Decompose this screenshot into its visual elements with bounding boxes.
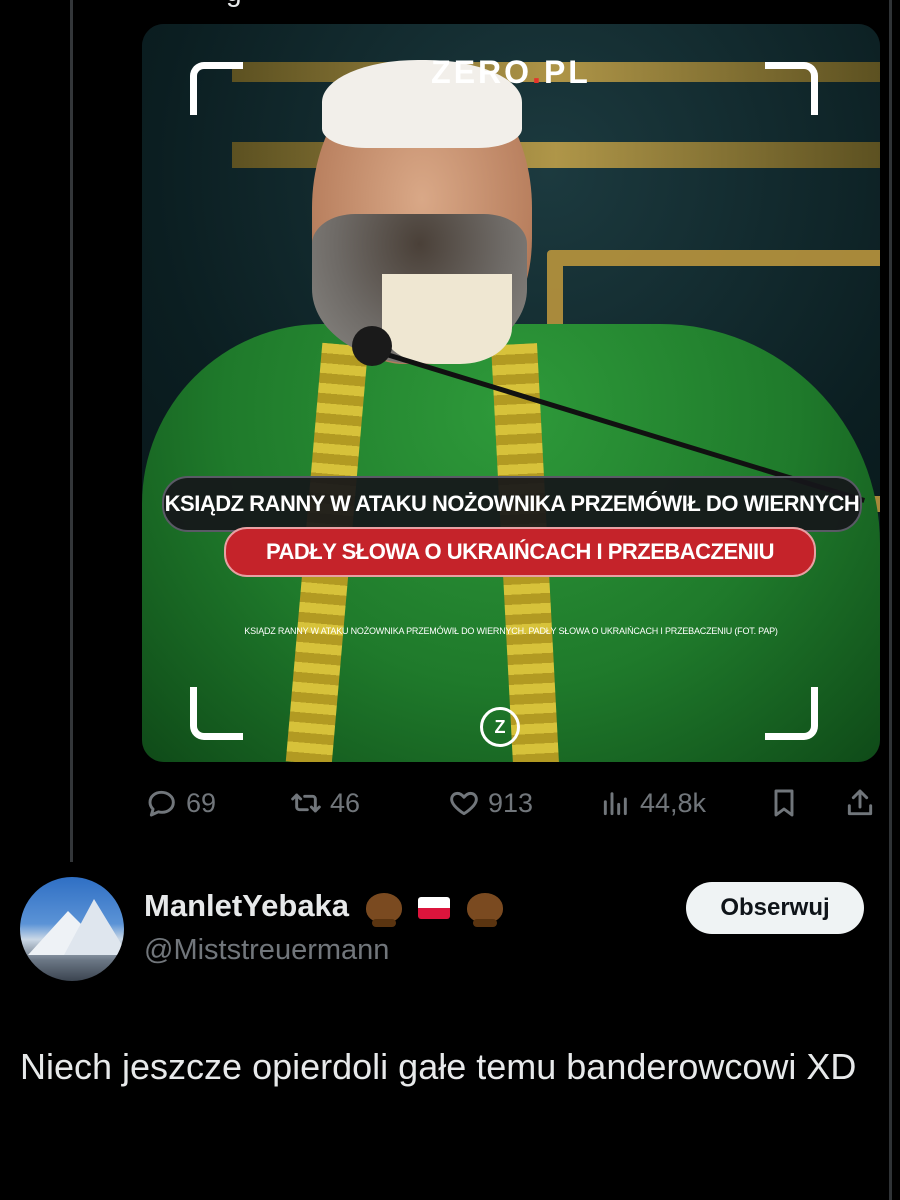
reply-author-name[interactable]: ManletYebaka <box>144 888 503 927</box>
right-divider <box>889 0 892 1200</box>
beaver-emoji-icon <box>365 892 402 927</box>
media-subheadline: PADŁY SŁOWA O UKRAIŃCACH I PRZEBACZENIU <box>224 527 816 577</box>
media-headline: KSIĄDZ RANNY W ATAKU NOŻOWNIKA PRZEMÓWIŁ… <box>162 476 862 532</box>
like-button[interactable]: 913 <box>448 780 533 826</box>
repost-button[interactable]: 46 <box>290 780 360 826</box>
reply-author-handle[interactable]: @Miststreuermann <box>144 934 389 967</box>
reply-tweet-text: Niech jeszcze opierdoli gałe temu bander… <box>20 1046 857 1087</box>
avatar[interactable] <box>20 877 124 981</box>
frame-corner-icon <box>190 687 243 740</box>
views-icon <box>603 792 627 816</box>
views-count: 44,8k <box>640 787 707 818</box>
reply-icon <box>148 790 175 817</box>
photo-microphone <box>352 326 392 366</box>
repost-count: 46 <box>330 787 361 818</box>
parent-tweet-text-fragment: g <box>226 0 242 8</box>
media-brand-badge-icon: Z <box>480 707 520 747</box>
share-button[interactable] <box>844 780 876 826</box>
tweet-action-bar: 69 46 913 44,8k <box>142 780 880 826</box>
photo-priest-collar <box>382 274 512 364</box>
share-icon <box>847 789 873 816</box>
display-name-text: ManletYebaka <box>144 888 350 923</box>
follow-button[interactable]: Obserwuj <box>686 882 864 934</box>
like-icon <box>450 791 478 816</box>
reply-count: 69 <box>186 787 217 818</box>
avatar-mountain-shape <box>64 899 124 955</box>
beaver-emoji-icon <box>466 892 503 927</box>
tweet-media-image[interactable]: ZERO.PL KSIĄDZ RANNY W ATAKU NOŻOWNIKA P… <box>142 24 880 762</box>
reply-button[interactable]: 69 <box>146 780 216 826</box>
views-button[interactable]: 44,8k <box>600 780 706 826</box>
thread-connector-line <box>70 0 73 862</box>
frame-corner-icon <box>190 62 243 115</box>
repost-icon <box>291 793 321 813</box>
frame-corner-icon <box>765 62 818 115</box>
poland-flag-icon <box>418 896 451 919</box>
bookmark-icon <box>774 789 794 817</box>
like-count: 913 <box>488 787 534 818</box>
media-photo-caption: KSIĄDZ RANNY W ATAKU NOŻOWNIKA PRZEMÓWIŁ… <box>244 626 778 636</box>
frame-corner-icon <box>765 687 818 740</box>
bookmark-button[interactable] <box>768 780 800 826</box>
